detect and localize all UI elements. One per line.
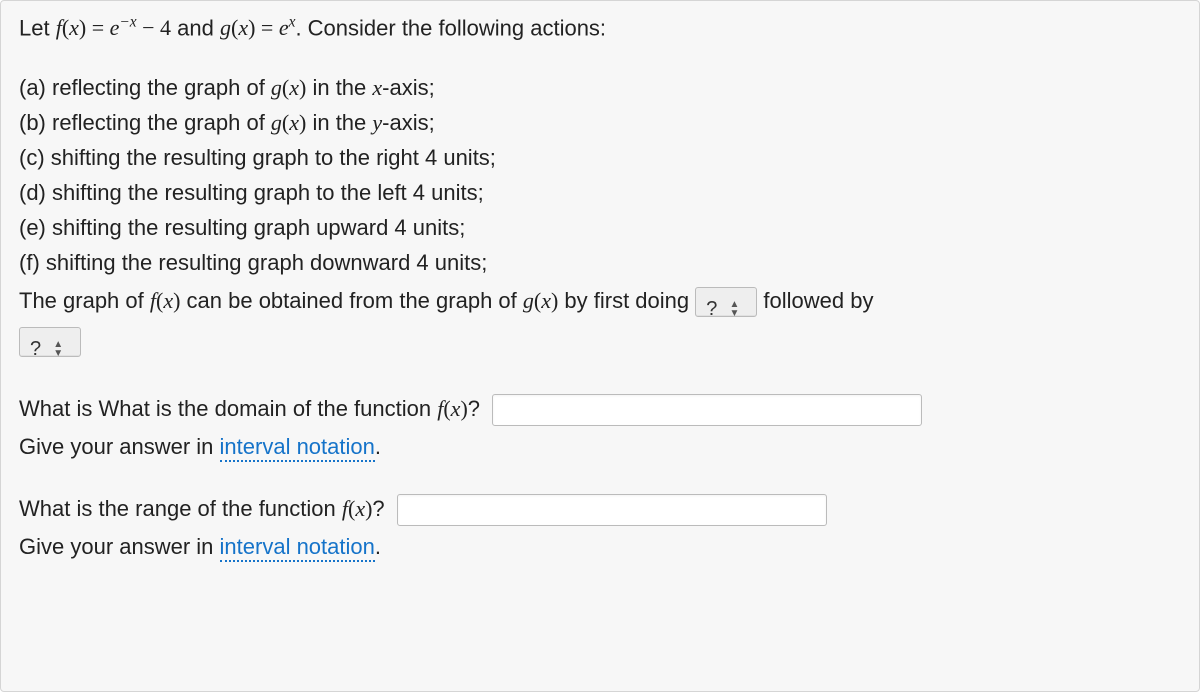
gx: g(x) = ex xyxy=(220,15,295,40)
range-hint: Give your answer in interval notation. xyxy=(19,534,1181,560)
interval-notation-link[interactable]: interval notation xyxy=(220,534,375,562)
actions-list: (a) reflecting the graph of g(x) in the … xyxy=(19,71,1181,360)
domain-question: What is What is the domain of the functi… xyxy=(19,394,1181,460)
fx: f(x) = e−x − 4 xyxy=(56,15,171,40)
text: Let xyxy=(19,15,56,40)
select-value: ? xyxy=(30,336,41,362)
action-c: (c) shifting the resulting graph to the … xyxy=(19,141,1181,174)
stepper-arrows-icon: ▲▼ xyxy=(730,300,740,318)
first-action-select[interactable]: ? ▲▼ xyxy=(695,287,757,317)
domain-hint: Give your answer in interval notation. xyxy=(19,434,1181,460)
action-a: (a) reflecting the graph of g(x) in the … xyxy=(19,71,1181,104)
stepper-arrows-icon: ▲▼ xyxy=(53,340,63,358)
select-value: ? xyxy=(706,296,717,322)
range-input[interactable] xyxy=(397,494,827,526)
text: . Consider the following actions: xyxy=(295,15,606,40)
domain-input[interactable] xyxy=(492,394,922,426)
problem-intro: Let f(x) = e−x − 4 and g(x) = ex. Consid… xyxy=(19,13,1181,43)
question-frame: Let f(x) = e−x − 4 and g(x) = ex. Consid… xyxy=(0,0,1200,692)
action-e: (e) shifting the resulting graph upward … xyxy=(19,211,1181,244)
action-f: (f) shifting the resulting graph downwar… xyxy=(19,246,1181,279)
range-question: What is the range of the function f(x)? … xyxy=(19,494,1181,560)
text: and xyxy=(171,15,220,40)
action-d: (d) shifting the resulting graph to the … xyxy=(19,176,1181,209)
second-action-select[interactable]: ? ▲▼ xyxy=(19,327,81,357)
action-b: (b) reflecting the graph of g(x) in the … xyxy=(19,106,1181,139)
transformation-answer-line: The graph of f(x) can be obtained from t… xyxy=(19,281,1181,360)
interval-notation-link[interactable]: interval notation xyxy=(220,434,375,462)
